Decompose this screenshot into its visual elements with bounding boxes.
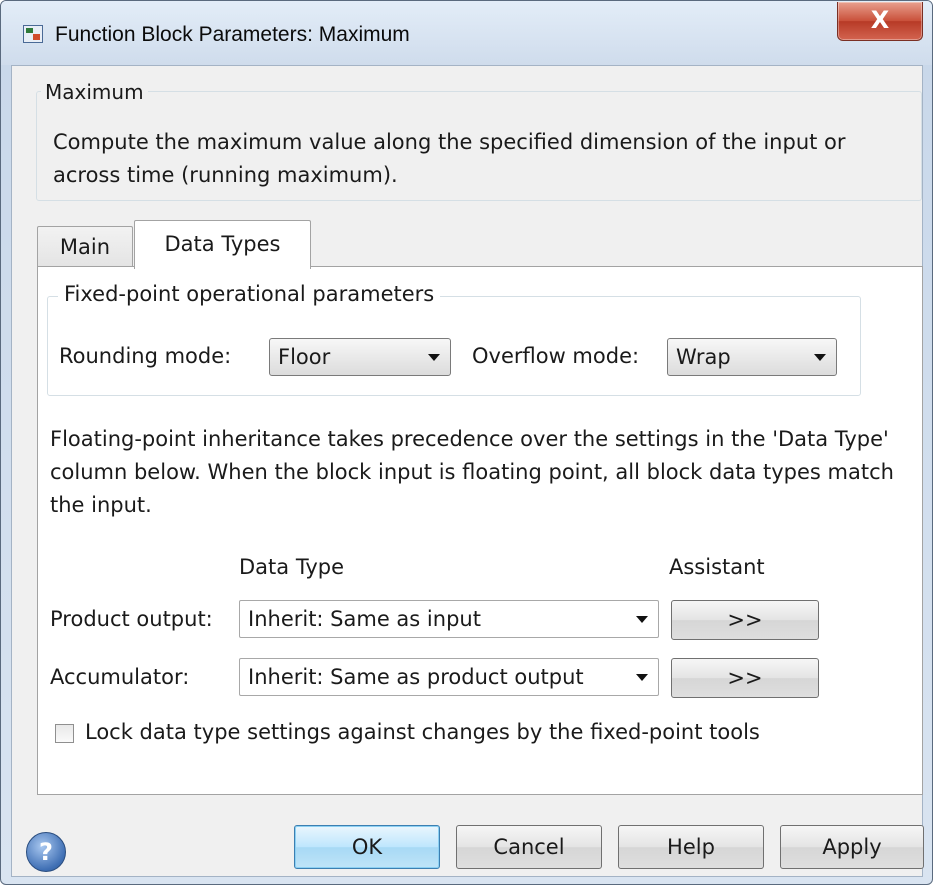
tab-main[interactable]: Main xyxy=(37,226,133,267)
overflow-mode-value: Wrap xyxy=(676,345,731,369)
close-button[interactable]: X xyxy=(837,2,923,41)
description-group-title: Maximum xyxy=(41,80,148,104)
overflow-mode-label: Overflow mode: xyxy=(472,344,640,368)
accumulator-label: Accumulator: xyxy=(50,665,190,689)
chevron-down-icon xyxy=(636,616,648,623)
rounding-mode-label: Rounding mode: xyxy=(59,344,232,368)
description-group: Maximum Compute the maximum value along … xyxy=(36,80,922,201)
inheritance-note: Floating-point inheritance takes precede… xyxy=(50,427,894,517)
data-types-panel: Fixed-point operational parameters Round… xyxy=(37,266,923,795)
chevron-down-icon xyxy=(428,354,440,361)
ok-button[interactable]: OK xyxy=(294,825,440,869)
column-header-data-type: Data Type xyxy=(239,555,345,579)
window-title: Function Block Parameters: Maximum xyxy=(55,23,410,46)
product-output-assistant-button[interactable]: >> xyxy=(671,600,819,640)
rounding-mode-value: Floor xyxy=(278,345,331,369)
product-output-dropdown[interactable]: Inherit: Same as input xyxy=(239,600,659,638)
product-output-value: Inherit: Same as input xyxy=(248,607,481,631)
fixed-point-group: Fixed-point operational parameters Round… xyxy=(47,282,861,396)
title-bar[interactable]: Function Block Parameters: Maximum X xyxy=(1,1,932,65)
description-text: Compute the maximum value along the spec… xyxy=(53,130,846,187)
cancel-button[interactable]: Cancel xyxy=(456,825,602,869)
accumulator-assistant-button[interactable]: >> xyxy=(671,658,819,698)
apply-button[interactable]: Apply xyxy=(780,825,924,869)
accumulator-value: Inherit: Same as product output xyxy=(248,665,584,689)
help-button[interactable]: Help xyxy=(618,825,764,869)
dialog-client-area: Maximum Compute the maximum value along … xyxy=(11,65,924,877)
overflow-mode-dropdown[interactable]: Wrap xyxy=(667,338,837,376)
rounding-mode-dropdown[interactable]: Floor xyxy=(269,338,451,376)
product-output-label: Product output: xyxy=(50,607,213,631)
help-icon[interactable]: ? xyxy=(26,832,66,872)
tab-data-types[interactable]: Data Types xyxy=(134,220,311,269)
dialog-window: Function Block Parameters: Maximum X Max… xyxy=(0,0,933,885)
fixed-point-group-title: Fixed-point operational parameters xyxy=(58,282,441,306)
accumulator-dropdown[interactable]: Inherit: Same as product output xyxy=(239,658,659,696)
chevron-down-icon xyxy=(636,674,648,681)
lock-data-type-checkbox[interactable] xyxy=(55,724,74,743)
column-header-assistant: Assistant xyxy=(669,555,765,579)
chevron-down-icon xyxy=(814,354,826,361)
simulink-block-icon xyxy=(23,25,43,43)
lock-data-type-label: Lock data type settings against changes … xyxy=(85,720,760,744)
